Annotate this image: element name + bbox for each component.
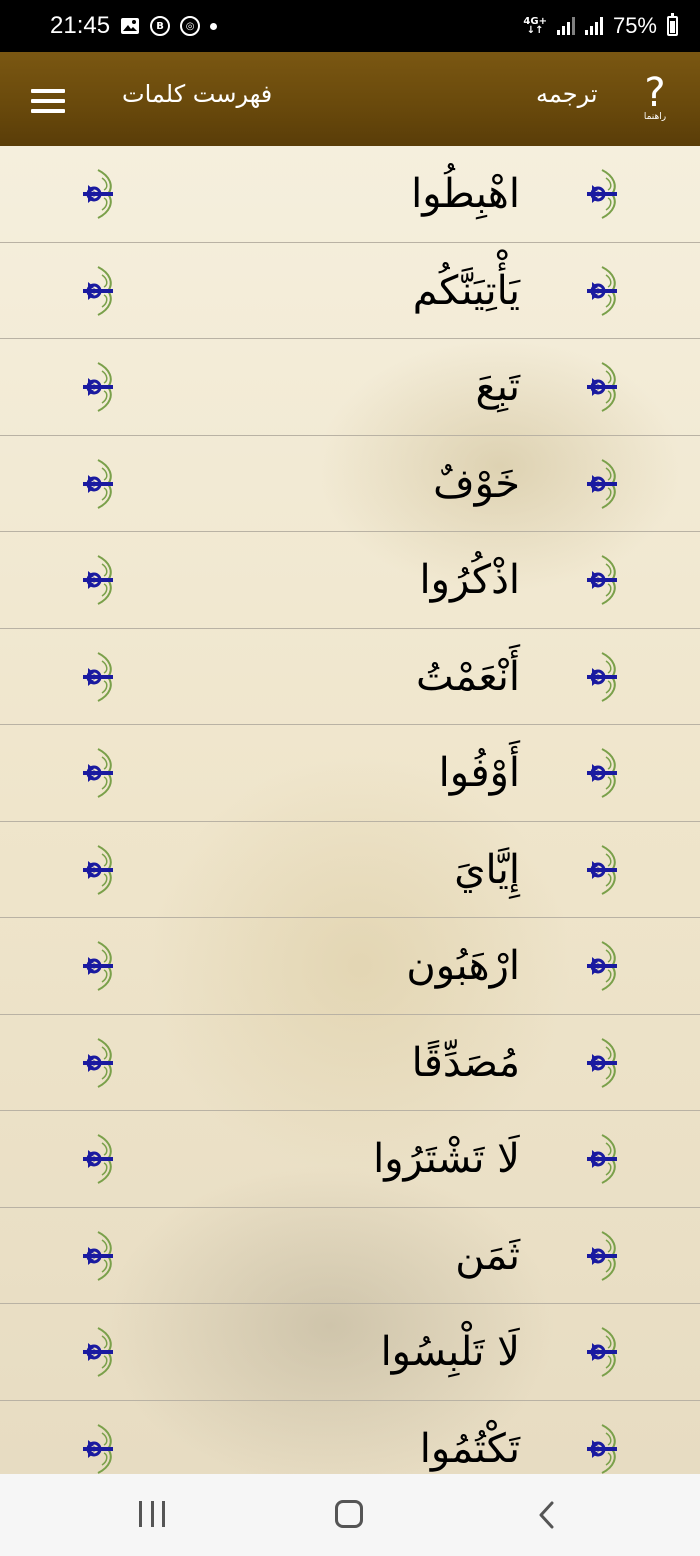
ornament-icon bbox=[587, 169, 617, 219]
ornament-icon bbox=[83, 555, 113, 605]
notification-dot-icon bbox=[210, 22, 218, 30]
ornament-icon bbox=[587, 362, 617, 412]
word-text: تَبِعَ bbox=[475, 364, 521, 410]
signal-icon bbox=[556, 17, 575, 35]
list-item[interactable]: لَا تَلْبِسُوا bbox=[0, 1304, 700, 1401]
ornament-icon bbox=[83, 651, 113, 702]
ornament-icon bbox=[587, 265, 617, 316]
ornament-icon bbox=[83, 169, 113, 219]
ornament-icon bbox=[587, 1134, 617, 1184]
image-icon bbox=[120, 16, 140, 36]
ornament-icon bbox=[587, 458, 617, 509]
list-item[interactable]: يَأْتِيَنَّكُم bbox=[0, 243, 700, 339]
list-item[interactable]: خَوْفٌ bbox=[0, 436, 700, 532]
ornament-icon bbox=[83, 1327, 113, 1377]
status-right: 4G+ ↓↑ 75% bbox=[523, 13, 678, 39]
network-label: 4G+ bbox=[523, 16, 547, 27]
ornament-icon bbox=[83, 362, 113, 412]
signal-icon-2 bbox=[584, 17, 603, 35]
battery-icon bbox=[667, 13, 678, 36]
system-nav-bar bbox=[0, 1474, 700, 1556]
list-item[interactable]: اذْكُرُوا bbox=[0, 532, 700, 629]
word-text: إِيَّايَ bbox=[454, 846, 520, 893]
ornament-icon bbox=[83, 1037, 113, 1088]
word-text: خَوْفٌ bbox=[433, 460, 520, 507]
ornament-icon bbox=[587, 941, 617, 991]
word-text: اذْكُرُوا bbox=[419, 557, 520, 603]
list-item[interactable]: مُصَدِّقًا bbox=[0, 1015, 700, 1111]
recents-button[interactable] bbox=[139, 1501, 165, 1527]
page-title: فهرست کلمات bbox=[122, 80, 273, 108]
word-text: أَنْعَمْتُ bbox=[416, 653, 520, 700]
word-text: ارْهَبُون bbox=[406, 943, 520, 989]
battery-percent: 75% bbox=[612, 13, 657, 38]
ornament-icon bbox=[587, 1327, 617, 1377]
list-item[interactable]: اهْبِطُوا bbox=[0, 146, 700, 243]
ornament-icon bbox=[587, 555, 617, 605]
word-text: مُصَدِّقًا bbox=[411, 1039, 520, 1086]
list-item[interactable]: لَا تَشْتَرُوا bbox=[0, 1111, 700, 1208]
list-item[interactable]: ثَمَن bbox=[0, 1208, 700, 1304]
ornament-icon bbox=[587, 651, 617, 702]
ornament-icon bbox=[587, 1423, 617, 1474]
network-type: 4G+ ↓↑ bbox=[523, 16, 547, 36]
status-bar: 21:45 B ◎ 4G+ ↓↑ 75% bbox=[0, 0, 700, 52]
app-bar: ? راهنما ترجمه فهرست کلمات bbox=[0, 52, 700, 146]
translation-button[interactable]: ترجمه bbox=[536, 80, 598, 108]
list-item[interactable]: أَوْفُوا bbox=[0, 725, 700, 822]
ornament-icon bbox=[587, 748, 617, 798]
circle-app-icon: ◎ bbox=[180, 16, 201, 36]
ornament-icon bbox=[83, 941, 113, 991]
ornament-icon bbox=[587, 1230, 617, 1281]
ornament-icon bbox=[83, 1134, 113, 1184]
word-text: لَا تَشْتَرُوا bbox=[373, 1136, 520, 1182]
ornament-icon bbox=[83, 748, 113, 798]
ornament-icon bbox=[83, 1230, 113, 1281]
word-list[interactable]: اهْبِطُوا يَأْتِيَنَّكُم تَبِعَ خَوْفٌ ا… bbox=[0, 146, 700, 1474]
home-button[interactable] bbox=[335, 1500, 363, 1528]
b-app-icon: B bbox=[150, 16, 171, 36]
ornament-icon bbox=[587, 844, 617, 895]
word-text: يَأْتِيَنَّكُم bbox=[412, 267, 520, 314]
question-mark-icon: ? bbox=[644, 70, 666, 116]
hamburger-menu-icon[interactable] bbox=[31, 89, 65, 113]
word-text: أَوْفُوا bbox=[438, 750, 520, 796]
status-left: 21:45 B ◎ bbox=[50, 12, 218, 40]
back-chevron-icon[interactable] bbox=[534, 1500, 560, 1530]
help-button[interactable]: ? راهنما bbox=[638, 72, 672, 128]
ornament-icon bbox=[83, 458, 113, 509]
ornament-icon bbox=[587, 1037, 617, 1088]
list-item[interactable]: أَنْعَمْتُ bbox=[0, 629, 700, 725]
list-item[interactable]: تَبِعَ bbox=[0, 339, 700, 436]
list-item[interactable]: تَكْتُمُوا bbox=[0, 1401, 700, 1475]
word-text: تَكْتُمُوا bbox=[419, 1425, 520, 1472]
word-text: اهْبِطُوا bbox=[411, 171, 520, 217]
ornament-icon bbox=[83, 265, 113, 316]
ornament-icon bbox=[83, 844, 113, 895]
word-text: لَا تَلْبِسُوا bbox=[380, 1329, 520, 1375]
word-text: ثَمَن bbox=[455, 1232, 520, 1279]
list-item[interactable]: إِيَّايَ bbox=[0, 822, 700, 918]
list-item[interactable]: ارْهَبُون bbox=[0, 918, 700, 1015]
ornament-icon bbox=[83, 1423, 113, 1474]
help-label: راهنما bbox=[643, 112, 667, 122]
status-time: 21:45 bbox=[50, 12, 111, 39]
